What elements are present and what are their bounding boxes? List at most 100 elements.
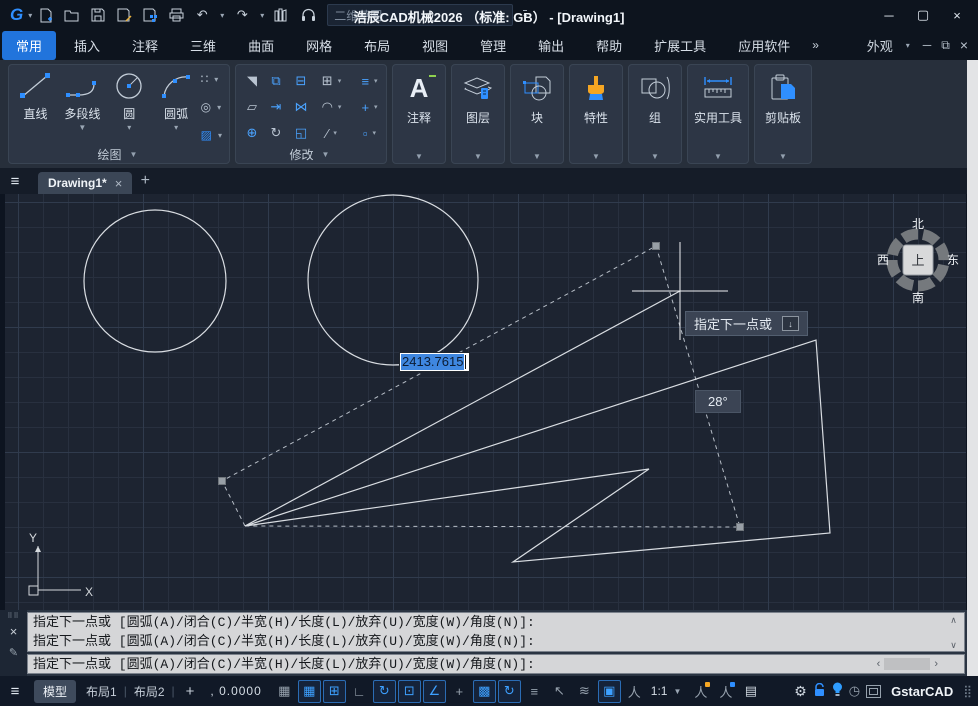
tab-home[interactable]: 常用 — [2, 31, 56, 60]
object-snap-tracking-toggle[interactable]: ↻ — [498, 680, 521, 703]
tab-insert[interactable]: 插入 — [60, 31, 114, 60]
tab-3d[interactable]: 三维 — [176, 31, 230, 60]
erase-button[interactable]: ◥ — [247, 73, 257, 89]
auto-annotation-scale-toggle[interactable]: 人 — [714, 680, 737, 703]
new-doc-tab-button[interactable]: + — [132, 168, 158, 194]
qat-customize-caret-icon[interactable]: ▾ — [523, 10, 527, 21]
align-button[interactable]: ≡▾ — [361, 74, 380, 89]
redo-caret-icon[interactable]: ▾ — [260, 11, 264, 20]
dynamic-input-toggle[interactable]: ⊡ — [398, 680, 421, 703]
group-panel[interactable]: 组 ▼ — [628, 64, 682, 164]
selection-cycling-toggle[interactable]: ↖ — [548, 680, 571, 703]
layout1-tab[interactable]: 布局1 — [80, 680, 123, 703]
close-button[interactable]: × — [944, 4, 970, 26]
command-close-icon[interactable]: × — [10, 624, 18, 639]
layers-panel[interactable]: 图层 ▼ — [451, 64, 505, 164]
trim-button[interactable]: ⁄▾ — [326, 126, 340, 141]
doc-menu-icon[interactable]: ≡ — [0, 168, 30, 194]
ui-lock-icon[interactable] — [813, 683, 826, 700]
grid-display-toggle[interactable]: ▦ — [298, 680, 321, 703]
open-file-button[interactable] — [61, 4, 83, 26]
app-logo-icon[interactable]: G — [10, 5, 23, 25]
circle-button[interactable]: 圆 ▾ — [107, 68, 152, 146]
block-caret-icon[interactable]: ▼ — [511, 149, 563, 163]
isometric-draft-toggle[interactable]: ∠ — [423, 680, 446, 703]
maximize-button[interactable]: ▢ — [910, 4, 936, 26]
block-panel[interactable]: 块 ▼ — [510, 64, 564, 164]
properties-caret-icon[interactable]: ▼ — [570, 149, 622, 163]
tab-overflow-icon[interactable]: » — [806, 38, 825, 52]
export-button[interactable] — [139, 4, 161, 26]
quick-properties-toggle[interactable]: ≋ — [573, 680, 596, 703]
tab-view[interactable]: 视图 — [408, 31, 462, 60]
tab-apps[interactable]: 应用软件 — [724, 31, 804, 60]
save-button[interactable] — [87, 4, 109, 26]
model-tab[interactable]: 模型 — [34, 680, 76, 703]
command-horizontal-scrollbar[interactable]: ‹ › — [877, 657, 938, 671]
hatch-button[interactable]: ▨▾ — [201, 126, 225, 144]
properties-panel[interactable]: 特性 ▼ — [569, 64, 623, 164]
lineweight-toggle[interactable]: ≡ — [523, 680, 546, 703]
tab-mesh[interactable]: 网格 — [292, 31, 346, 60]
utilities-caret-icon[interactable]: ▼ — [688, 149, 748, 163]
layers-caret-icon[interactable]: ▼ — [452, 149, 504, 163]
mdi-close-button[interactable]: × — [960, 37, 968, 53]
support-headset-icon[interactable] — [297, 4, 319, 26]
scroll-up-icon[interactable]: ∧ — [950, 615, 957, 626]
mdi-minimize-button[interactable]: ─ — [923, 38, 932, 52]
view-compass[interactable]: 上 北 西 东 南 — [872, 213, 964, 305]
move-point-button[interactable]: +▾ — [361, 100, 380, 115]
scroll-right-icon[interactable]: › — [934, 658, 938, 670]
annotation-panel[interactable]: A 注释 ▼ — [392, 64, 446, 164]
undo-caret-icon[interactable]: ▾ — [220, 11, 224, 20]
annotation-list-button[interactable]: ▤ — [739, 680, 762, 703]
mdi-restore-button[interactable]: ⧉ — [941, 38, 950, 53]
crosshair-toggle[interactable]: + — [448, 680, 471, 703]
modify-panel-title[interactable]: 修改▼ — [236, 146, 386, 163]
line-button[interactable]: 直线 — [13, 68, 58, 146]
undo-button[interactable]: ↶ — [191, 4, 213, 26]
tab-layout[interactable]: 布局 — [350, 31, 404, 60]
tab-output[interactable]: 输出 — [524, 31, 578, 60]
point-style-button[interactable]: ∷▾ — [201, 70, 225, 88]
save-as-button[interactable] — [113, 4, 135, 26]
snap-to-grid-toggle[interactable]: ▦ — [273, 680, 296, 703]
layout2-tab[interactable]: 布局2 — [128, 680, 171, 703]
hardware-acceleration-bulb-icon[interactable] — [832, 682, 843, 700]
logo-menu-caret-icon[interactable]: ▾ — [28, 11, 32, 20]
batch-plot-icon[interactable] — [271, 4, 293, 26]
polar-tracking-toggle[interactable]: ↻ — [373, 680, 396, 703]
rotate-button[interactable]: ↻ — [271, 125, 282, 141]
settings-gear-icon[interactable]: ⚙ — [794, 683, 807, 700]
selection-button[interactable]: ▫▾ — [363, 126, 379, 141]
annotation-caret-icon[interactable]: ▼ — [393, 149, 445, 163]
appearance-button[interactable]: 外观 — [867, 36, 893, 55]
group-caret-icon[interactable]: ▼ — [629, 149, 681, 163]
annotation-scale-dropdown[interactable]: 1:1 ▼ — [651, 684, 685, 698]
command-edit-icon[interactable]: ✎ — [9, 646, 18, 659]
utilities-panel[interactable]: 实用工具 ▼ — [687, 64, 749, 164]
drawing-canvas[interactable]: Y X 上 北 西 东 南 2413.7615 指定下一点或 ↓ — [5, 194, 966, 610]
ortho-mode-toggle[interactable]: ∟ — [348, 680, 371, 703]
scrollbar-thumb[interactable] — [884, 658, 930, 670]
minimize-button[interactable]: ─ — [876, 4, 902, 26]
clean-screen-icon[interactable] — [866, 685, 881, 698]
command-input-line[interactable]: 指定下一点或 [圆弧(A)/闭合(C)/半宽(H)/长度(L)/放弃(U)/宽度… — [27, 654, 965, 674]
tab-help[interactable]: 帮助 — [582, 31, 636, 60]
mirror-copy-button[interactable]: ⊟ — [296, 73, 307, 89]
fillet-button[interactable]: ◠▾ — [322, 99, 345, 115]
resize-grip-icon[interactable]: ⣿ — [963, 684, 972, 698]
donut-button[interactable]: ◎▾ — [201, 98, 225, 116]
scroll-left-icon[interactable]: ‹ — [877, 658, 881, 670]
print-button[interactable] — [165, 4, 187, 26]
command-drag-grip-icon[interactable]: ⠿⠿ — [7, 612, 19, 620]
object-snap-toggle[interactable]: ▩ — [473, 680, 496, 703]
polyline-button[interactable]: 多段线 ▼ — [60, 68, 105, 146]
move-button[interactable]: ⊕ — [247, 125, 258, 141]
copy-button[interactable]: ⧉ — [271, 73, 280, 89]
annotation-visibility-toggle[interactable]: 人 — [689, 680, 712, 703]
tab-surface[interactable]: 曲面 — [234, 31, 288, 60]
command-history[interactable]: 指定下一点或 [圆弧(A)/闭合(C)/半宽(H)/长度(L)/放弃(U)/宽度… — [27, 612, 965, 652]
array-button[interactable]: ⊞▾ — [322, 73, 344, 89]
tab-annotate[interactable]: 注释 — [118, 31, 172, 60]
